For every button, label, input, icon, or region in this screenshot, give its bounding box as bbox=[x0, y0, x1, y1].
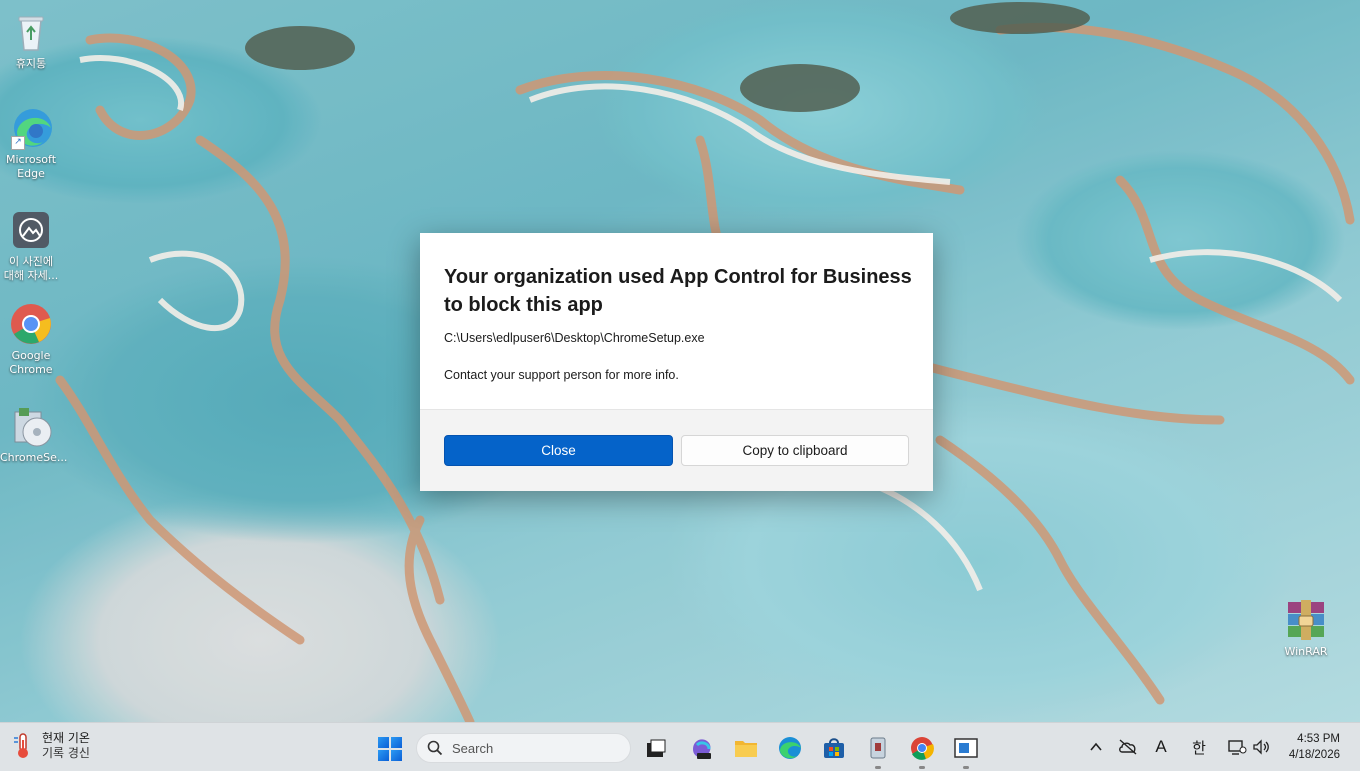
m365-copilot-icon[interactable] bbox=[689, 735, 715, 761]
windows-logo-icon bbox=[378, 737, 389, 748]
desktop-icon-recycle-bin[interactable]: 휴지통 bbox=[0, 10, 62, 71]
blocked-file-path: C:\Users\edlpuser6\Desktop\ChromeSetup.e… bbox=[444, 331, 705, 345]
chrome-setup-taskbar-icon[interactable] bbox=[865, 735, 891, 769]
desktop-icon-label: Google Chrome bbox=[9, 349, 53, 376]
dialog-title: Your organization used App Control for B… bbox=[444, 266, 912, 316]
desktop-icon-label: 휴지통 bbox=[15, 57, 47, 70]
edge-taskbar-icon[interactable] bbox=[777, 735, 803, 761]
desktop-icon-google-chrome[interactable]: Google Chrome bbox=[0, 302, 62, 377]
desktop-icon-microsoft-edge[interactable]: ↗ Microsoft Edge bbox=[0, 106, 62, 181]
taskbar-clock[interactable]: 4:53 PM 4/18/2026 bbox=[1289, 731, 1340, 763]
search-placeholder: Search bbox=[452, 741, 494, 756]
desktop-icon-label: Microsoft Edge bbox=[5, 153, 57, 180]
clock-date: 4/18/2026 bbox=[1288, 749, 1340, 761]
weather-subtitle: 기록 경신 bbox=[42, 746, 90, 760]
network-icon[interactable] bbox=[1226, 735, 1248, 759]
photo-info-icon bbox=[9, 208, 53, 252]
dialog-info-text: Contact your support person for more inf… bbox=[444, 368, 679, 382]
desktop-icon-label: ChromeSe... bbox=[0, 451, 68, 464]
search-icon bbox=[427, 740, 443, 756]
microsoft-store-icon[interactable] bbox=[821, 735, 847, 761]
copy-to-clipboard-button[interactable]: Copy to clipboard bbox=[681, 435, 909, 466]
onedrive-sync-off-icon[interactable] bbox=[1118, 735, 1138, 759]
clock-time: 4:53 PM bbox=[1297, 733, 1340, 745]
desktop-icon-photo-info[interactable]: 이 사진에 대해 자세... bbox=[0, 208, 62, 283]
edge-icon: ↗ bbox=[9, 106, 53, 150]
taskbar: 현재 기온 기록 경신 Search A 한 4:53 PM 4/18/2026 bbox=[0, 722, 1360, 771]
desktop-icon-chrome-setup[interactable]: ChromeSe... bbox=[0, 404, 68, 465]
close-button[interactable]: Close bbox=[444, 435, 673, 466]
weather-title: 현재 기온 bbox=[42, 731, 90, 745]
chrome-taskbar-icon[interactable] bbox=[909, 735, 935, 769]
taskbar-search-box[interactable]: Search bbox=[416, 733, 631, 763]
app-control-block-dialog: Your organization used App Control for B… bbox=[420, 233, 933, 491]
installer-disc-icon bbox=[9, 404, 53, 448]
shortcut-arrow-icon: ↗ bbox=[11, 136, 25, 150]
desktop-icon-winrar[interactable]: WinRAR bbox=[1275, 598, 1337, 659]
dialog-footer: Close Copy to clipboard bbox=[420, 409, 933, 491]
start-button[interactable] bbox=[378, 737, 402, 761]
show-hidden-icons-chevron-icon[interactable] bbox=[1088, 735, 1104, 759]
remote-desktop-icon[interactable] bbox=[953, 735, 979, 769]
volume-icon[interactable] bbox=[1250, 735, 1272, 759]
thermometer-icon bbox=[12, 732, 34, 760]
ime-mode-indicator[interactable]: A bbox=[1150, 735, 1172, 759]
desktop-icon-label: 이 사진에 대해 자세... bbox=[3, 255, 59, 282]
winrar-icon bbox=[1284, 598, 1328, 642]
task-view-icon[interactable] bbox=[643, 735, 669, 761]
language-indicator[interactable]: 한 bbox=[1188, 735, 1210, 759]
file-explorer-icon[interactable] bbox=[733, 735, 759, 761]
recycle-bin-icon bbox=[9, 10, 53, 54]
weather-widget[interactable]: 현재 기온 기록 경신 bbox=[12, 731, 90, 761]
desktop-icon-label: WinRAR bbox=[1284, 645, 1328, 658]
chrome-icon bbox=[9, 302, 53, 346]
